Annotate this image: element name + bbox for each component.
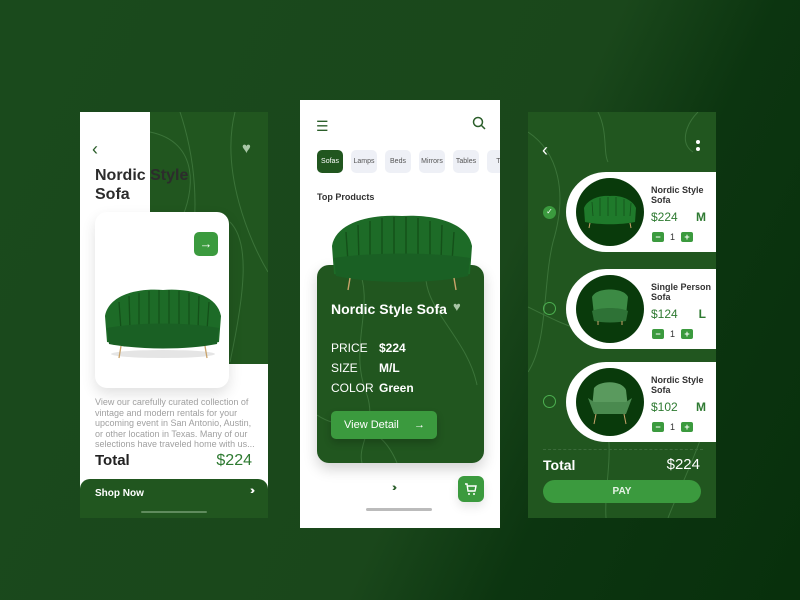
category-tab-mirrors[interactable]: Mirrors xyxy=(419,150,445,173)
item-price: $102 xyxy=(651,400,678,414)
armchair-image xyxy=(588,382,632,425)
product-thumbnail xyxy=(576,178,644,246)
cart-item[interactable]: Single Person Sofa $124 L − 1 + xyxy=(566,269,716,349)
total-value: $224 xyxy=(666,456,700,473)
minus-button[interactable]: − xyxy=(652,422,664,432)
home-indicator xyxy=(141,511,207,513)
next-button[interactable]: → xyxy=(194,232,218,256)
sofa-image xyxy=(584,195,636,229)
shop-now-label: Shop Now xyxy=(95,488,144,499)
hamburger-menu-icon[interactable]: ☰ xyxy=(316,118,329,135)
quantity-stepper: − 1 + xyxy=(652,329,694,339)
quantity-value: 1 xyxy=(670,329,676,339)
category-tab-more[interactable]: Te xyxy=(487,150,500,173)
cart-item[interactable]: Nordic Style Sofa $102 M − 1 + xyxy=(566,362,716,442)
shop-now-button[interactable]: Shop Now ››› xyxy=(80,479,268,518)
quantity-stepper: − 1 + xyxy=(652,232,694,242)
chevron-left-icon[interactable]: ‹ xyxy=(542,140,548,161)
cart-button[interactable] xyxy=(458,476,484,502)
more-vertical-icon[interactable] xyxy=(696,140,700,154)
cart-item[interactable]: Nordic Style Sofa $224 M − 1 + xyxy=(566,172,716,252)
plus-button[interactable]: + xyxy=(681,329,694,339)
quantity-stepper: − 1 + xyxy=(652,422,694,432)
sofa-image xyxy=(332,215,472,291)
item-size: M xyxy=(696,210,706,224)
section-title: Top Products xyxy=(317,192,375,202)
category-tabs: Sofas Lamps Beds Mirrors Tables Te xyxy=(317,150,500,173)
item-name: Nordic Style Sofa xyxy=(651,185,704,205)
category-tab-tables[interactable]: Tables xyxy=(453,150,479,173)
product-thumbnail xyxy=(576,368,644,436)
item-select-checkbox[interactable]: ✓ xyxy=(543,206,556,219)
cart-screen: ‹ ✓ Nordic Style Sofa $224 M − 1 + Singl… xyxy=(528,112,716,518)
arrow-right-icon: → xyxy=(414,419,425,431)
plus-button[interactable]: + xyxy=(681,422,694,432)
category-tab-beds[interactable]: Beds xyxy=(385,150,411,173)
quantity-value: 1 xyxy=(670,232,676,242)
product-title: Nordic Style Sofa xyxy=(95,167,189,203)
arrow-right-icon: → xyxy=(199,236,213,251)
heart-icon[interactable]: ♥ xyxy=(242,140,251,157)
category-tab-sofas[interactable]: Sofas xyxy=(317,150,343,173)
size-row: SIZE M/L xyxy=(331,361,400,375)
product-image-card[interactable]: → xyxy=(95,212,229,388)
product-card[interactable]: Nordic Style Sofa ♥ PRICE $224 SIZE M/L CO… xyxy=(317,265,484,463)
total-label: Total xyxy=(543,457,576,473)
product-thumbnail xyxy=(576,275,644,343)
item-name: Nordic Style Sofa xyxy=(651,375,704,395)
sofa-image xyxy=(105,289,221,359)
view-detail-button[interactable]: View Detail → xyxy=(331,411,437,439)
product-detail-screen: ‹ ♥ Nordic Style Sofa → View our careful… xyxy=(80,112,268,518)
chevrons-right-icon: ››› xyxy=(250,485,255,497)
chevron-left-icon[interactable]: ‹ xyxy=(92,140,98,158)
plus-button[interactable]: + xyxy=(681,232,694,242)
item-select-checkbox[interactable] xyxy=(543,302,556,315)
color-row: COLOR Green xyxy=(331,381,414,395)
pay-button[interactable]: PAY xyxy=(543,480,701,503)
item-price: $224 xyxy=(651,210,678,224)
item-size: M xyxy=(696,400,706,414)
cart-icon xyxy=(465,483,477,495)
armchair-image xyxy=(592,289,628,325)
item-price: $124 xyxy=(651,307,678,321)
heart-icon[interactable]: ♥ xyxy=(453,299,461,314)
price-row: PRICE $224 xyxy=(331,341,406,355)
item-name: Single Person Sofa xyxy=(651,282,712,302)
divider xyxy=(543,449,703,450)
quantity-value: 1 xyxy=(670,422,676,432)
product-description: View our carefully curated collection of… xyxy=(95,397,255,449)
search-icon[interactable] xyxy=(472,116,486,130)
category-tab-lamps[interactable]: Lamps xyxy=(351,150,377,173)
minus-button[interactable]: − xyxy=(652,232,664,242)
item-size: L xyxy=(698,307,706,321)
total-label: Total xyxy=(95,452,130,469)
pager-chevrons-icon[interactable]: ››› xyxy=(392,482,397,494)
minus-button[interactable]: − xyxy=(652,329,664,339)
product-title: Nordic Style Sofa xyxy=(331,301,447,317)
catalog-screen: ☰ Sofas Lamps Beds Mirrors Tables Te Top… xyxy=(300,100,500,528)
item-select-checkbox[interactable] xyxy=(543,395,556,408)
total-value: $224 xyxy=(216,452,252,469)
home-indicator xyxy=(366,508,432,511)
